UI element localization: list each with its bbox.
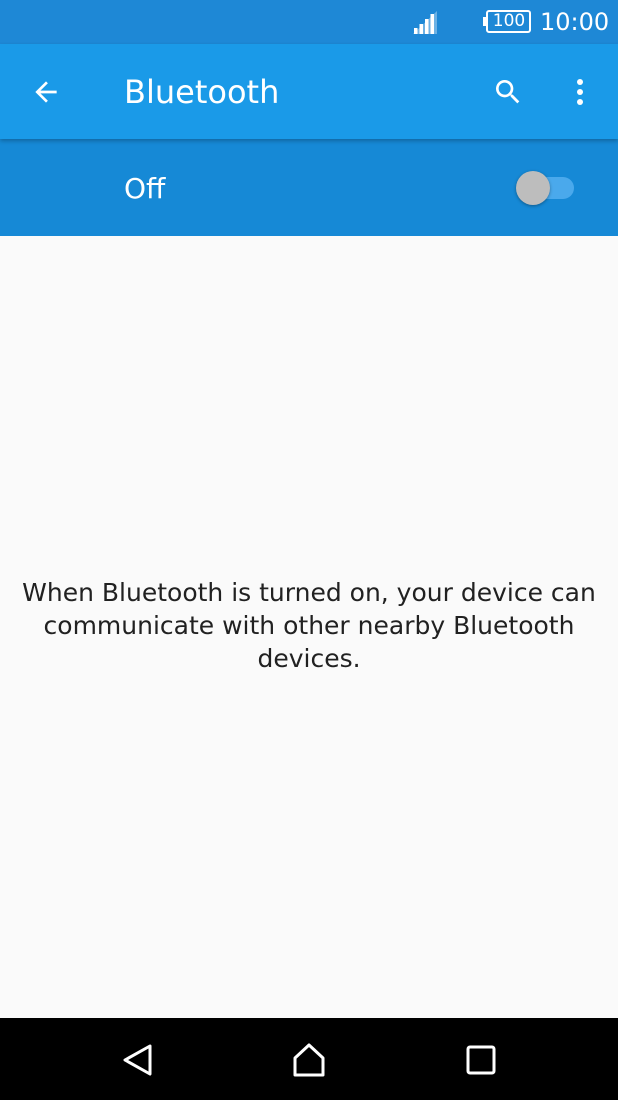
bluetooth-toggle[interactable] bbox=[514, 169, 578, 205]
page-title: Bluetooth bbox=[124, 73, 280, 111]
signal-icon bbox=[413, 11, 437, 34]
search-button[interactable] bbox=[480, 66, 536, 118]
navigation-bar bbox=[0, 1018, 618, 1100]
bluetooth-master-switch-bar[interactable]: Off bbox=[0, 139, 618, 236]
search-icon bbox=[496, 80, 520, 104]
bluetooth-settings-screen: 100 10:00 Bluetooth Off When Bluetooth i… bbox=[0, 0, 618, 1100]
back-arrow-icon bbox=[35, 81, 57, 103]
nav-back-button[interactable] bbox=[108, 1032, 168, 1088]
more-options-button[interactable] bbox=[556, 66, 604, 118]
switch-label: Off bbox=[124, 172, 166, 205]
toggle-thumb bbox=[516, 171, 550, 205]
nav-back-icon bbox=[123, 1044, 152, 1076]
back-button[interactable] bbox=[18, 66, 74, 118]
status-clock: 10:00 bbox=[540, 8, 610, 36]
bluetooth-off-message: When Bluetooth is turned on, your device… bbox=[22, 578, 596, 673]
nav-recents-icon bbox=[466, 1045, 496, 1075]
more-vert-icon bbox=[577, 79, 583, 105]
nav-home-button[interactable] bbox=[279, 1032, 339, 1088]
nav-recents-button[interactable] bbox=[451, 1032, 511, 1088]
nav-home-icon bbox=[293, 1043, 325, 1077]
app-bar: Bluetooth bbox=[0, 44, 618, 139]
status-bar: 100 10:00 bbox=[0, 0, 618, 44]
battery-level: 100 bbox=[492, 11, 526, 31]
content-area: When Bluetooth is turned on, your device… bbox=[0, 236, 618, 1018]
